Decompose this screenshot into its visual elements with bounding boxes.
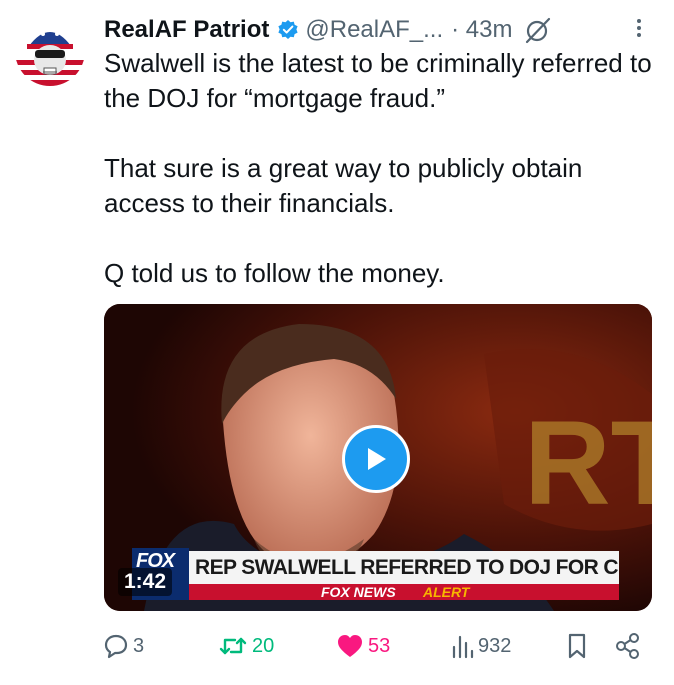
views-count: 932 [478, 634, 512, 657]
avatar[interactable] [15, 16, 85, 86]
repost-button[interactable]: 20 [218, 631, 274, 661]
action-bar: 3 20 53 932 [0, 625, 674, 665]
tweet-paragraph: Q told us to follow the money. [104, 258, 445, 288]
reply-button[interactable]: 3 [103, 631, 144, 661]
share-button[interactable] [615, 631, 641, 661]
views-button[interactable]: 932 [450, 631, 511, 661]
views-icon [450, 633, 474, 659]
play-icon[interactable] [342, 425, 410, 493]
tweet-text: Swalwell is the latest to be criminally … [104, 46, 664, 291]
more-icon[interactable] [630, 14, 648, 42]
repost-count: 20 [252, 634, 275, 657]
chyron-alert-bar: FOX NEWS ALERT [189, 584, 619, 600]
alert-brand: FOX NEWS [321, 584, 396, 600]
video-duration: 1:42 [118, 568, 173, 596]
svg-text:RT: RT [524, 396, 652, 530]
bookmark-button[interactable] [566, 631, 588, 661]
alert-word: ALERT [423, 584, 470, 600]
share-icon [615, 632, 641, 660]
bookmark-icon [566, 632, 588, 660]
repost-icon [218, 633, 248, 659]
like-count: 53 [368, 634, 391, 657]
author-handle[interactable]: @RealAF_... [305, 16, 443, 44]
reply-icon [103, 633, 129, 659]
tweet-time[interactable]: · 43m [451, 16, 512, 44]
grok-icon[interactable] [524, 16, 552, 44]
chyron-headline: REP SWALWELL REFERRED TO DOJ FOR CRIMINA… [189, 551, 619, 584]
tweet-paragraph: That sure is a great way to publicly obt… [104, 153, 583, 218]
like-button[interactable]: 53 [336, 631, 390, 661]
like-icon [336, 633, 364, 659]
verified-badge-icon [277, 19, 299, 41]
author-name[interactable]: RealAF Patriot [104, 16, 269, 44]
tweet-paragraph: Swalwell is the latest to be criminally … [104, 48, 652, 113]
tweet-header: RealAF Patriot @RealAF_... · 43m [104, 12, 552, 48]
reply-count: 3 [133, 634, 145, 657]
